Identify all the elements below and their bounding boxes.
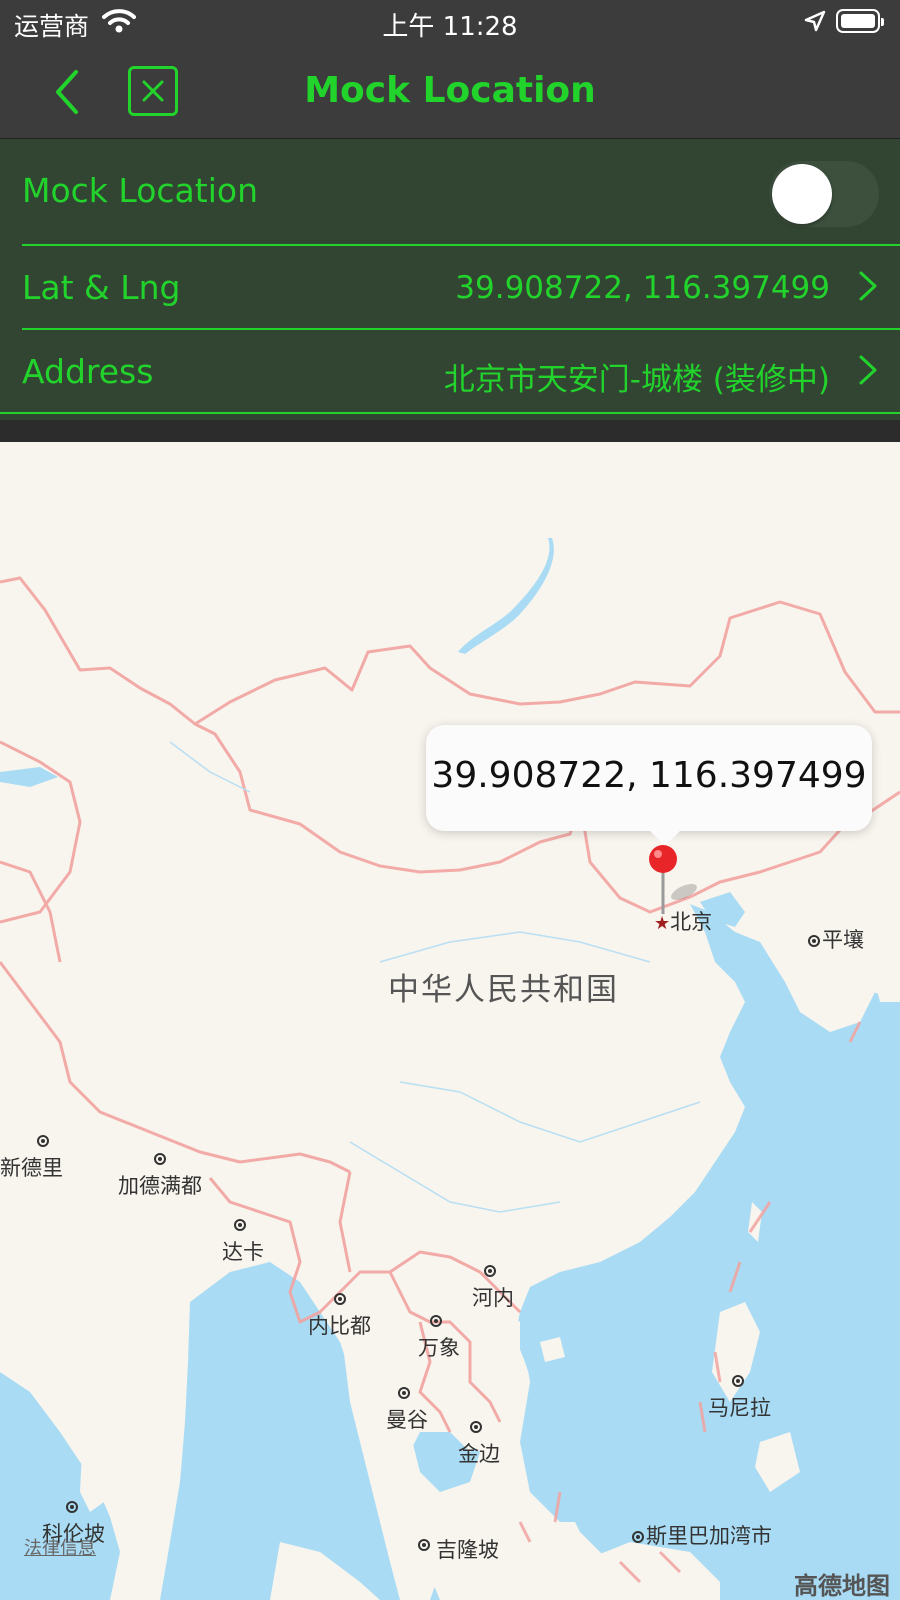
- address-label: Address: [22, 352, 154, 391]
- city-label-bandar-seri-begawan: 斯里巴加湾市: [632, 1520, 772, 1550]
- callout-coordinates: 39.908722, 116.397499: [431, 755, 867, 796]
- battery-icon: [836, 9, 884, 33]
- address-value: 北京市天安门-城楼 (装修中): [443, 362, 830, 398]
- mock-location-label: Mock Location: [22, 171, 258, 210]
- settings-list: Mock Location Lat & Lng 39.908722, 116.3…: [0, 139, 900, 420]
- country-label: 中华人民共和国: [388, 972, 619, 1008]
- row-divider: [0, 412, 900, 414]
- city-label-new-delhi: 新德里: [0, 1128, 63, 1182]
- mock-location-toggle[interactable]: [769, 161, 879, 227]
- section-gap: [0, 420, 900, 442]
- city-label-dhaka: 达卡: [222, 1212, 264, 1266]
- lat-lng-row[interactable]: Lat & Lng 39.908722, 116.397499: [0, 246, 900, 328]
- city-label-naypyidaw: 内比都: [308, 1286, 371, 1340]
- map-provider-logo: 高德地图: [794, 1572, 890, 1600]
- address-row[interactable]: Address 北京市天安门-城楼 (装修中): [0, 330, 900, 412]
- toggle-knob: [772, 164, 832, 224]
- lat-lng-label: Lat & Lng: [22, 268, 181, 307]
- map-base: [0, 538, 900, 1600]
- map-view[interactable]: 中华人民共和国 ★北京 平壤 新德里 加德满都 达卡 河内 内比都 万象 马尼拉…: [0, 442, 900, 1600]
- callout-tail: [645, 826, 685, 846]
- chevron-right-icon: [858, 270, 878, 310]
- status-bar: 运营商 上午 11:28: [0, 0, 900, 46]
- city-label-kathmandu: 加德满都: [118, 1146, 202, 1200]
- location-arrow-icon: [804, 10, 826, 36]
- city-label-bangkok: 曼谷: [386, 1380, 428, 1434]
- legal-info-link[interactable]: 法律信息: [24, 1534, 96, 1560]
- city-label-kuala-lumpur: [418, 1532, 432, 1556]
- city-label-kuala-lumpur-text: 吉隆坡: [436, 1538, 499, 1562]
- city-label-manila: 马尼拉: [708, 1368, 771, 1422]
- city-label-phnom-penh: 金边: [458, 1414, 500, 1468]
- chevron-right-icon: [858, 354, 878, 394]
- status-time: 上午 11:28: [382, 12, 518, 42]
- city-label-vientiane: 万象: [418, 1308, 460, 1362]
- lat-lng-value: 39.908722, 116.397499: [455, 270, 830, 306]
- mock-location-row: Mock Location: [0, 139, 900, 244]
- city-label-hanoi: 河内: [472, 1258, 514, 1312]
- pin-callout[interactable]: 39.908722, 116.397499: [426, 725, 872, 831]
- navigation-bar: Mock Location: [0, 46, 900, 139]
- map-pin-icon[interactable]: [646, 844, 706, 924]
- page-title: Mock Location: [304, 70, 596, 111]
- city-label-pyongyang: 平壤: [808, 924, 864, 954]
